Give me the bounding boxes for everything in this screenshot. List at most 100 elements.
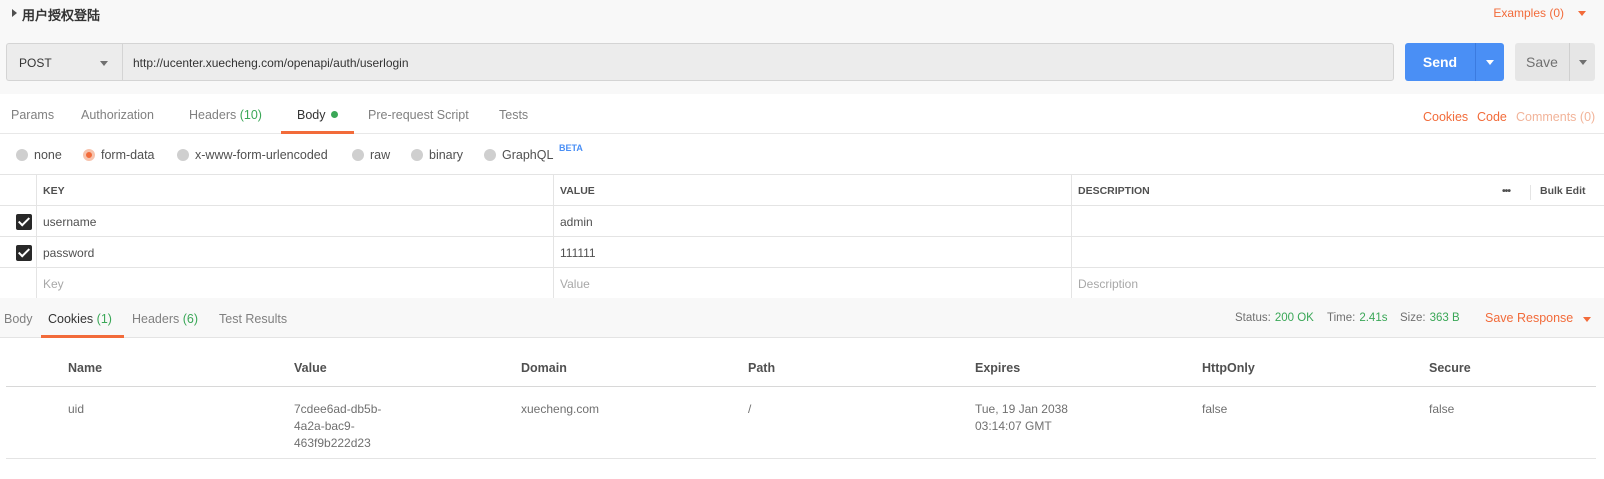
beta-badge: BETA xyxy=(559,143,583,153)
radio-label: none xyxy=(34,148,62,162)
form-data-table: KEY VALUE DESCRIPTION ••• Bulk Edit user… xyxy=(0,174,1604,299)
time-readout: Time: 2.41s xyxy=(1327,312,1387,324)
chevron-down-icon xyxy=(100,61,108,66)
url-input[interactable]: http://ucenter.xuecheng.com/openapi/auth… xyxy=(122,43,1394,81)
cookies-header-row: Name Value Domain Path Expires HttpOnly … xyxy=(6,345,1596,387)
method-select[interactable]: POST xyxy=(6,43,122,81)
tab-tests[interactable]: Tests xyxy=(499,108,528,122)
value-column-header: VALUE xyxy=(553,175,1071,205)
status-label: Status: xyxy=(1235,312,1271,324)
description-cell[interactable] xyxy=(1071,237,1604,267)
key-value: password xyxy=(43,246,95,260)
radio-icon xyxy=(177,149,189,161)
radio-icon xyxy=(484,149,496,161)
radio-icon xyxy=(411,149,423,161)
radio-icon xyxy=(16,149,28,161)
tab-authorization[interactable]: Authorization xyxy=(81,108,154,122)
cookie-expires-line: Tue, 19 Jan 2038 xyxy=(975,402,1068,416)
url-value: http://ucenter.xuecheng.com/openapi/auth… xyxy=(133,56,409,70)
row-enabled-checkbox[interactable] xyxy=(16,245,32,261)
value-cell[interactable]: 111111 xyxy=(553,237,1071,267)
size-value: 363 B xyxy=(1429,312,1460,324)
body-type-selector: none form-data x-www-form-urlencoded raw… xyxy=(0,134,1604,174)
more-options-icon[interactable]: ••• xyxy=(1502,185,1511,197)
cookie-path: / xyxy=(748,402,752,416)
key-cell[interactable]: username xyxy=(36,206,554,236)
value-cell[interactable]: admin xyxy=(553,206,1071,236)
response-tab-headers[interactable]: Headers (6) xyxy=(132,312,198,326)
header-label: KEY xyxy=(43,185,65,197)
description-placeholder: Description xyxy=(1078,277,1139,291)
request-title-bar: 用户授权登陆 Examples (0) xyxy=(0,0,1604,28)
description-column-header: DESCRIPTION xyxy=(1071,175,1604,205)
response-tab-test-results[interactable]: Test Results xyxy=(219,312,287,326)
value-placeholder: Value xyxy=(560,277,590,291)
header-label: DESCRIPTION xyxy=(1078,185,1150,197)
key-input[interactable]: Key xyxy=(36,268,554,298)
collapse-caret-icon[interactable] xyxy=(12,9,17,17)
tab-headers-count: (10) xyxy=(239,108,262,122)
column-secure: Secure xyxy=(1429,361,1471,375)
time-label: Time: xyxy=(1327,312,1356,324)
save-options-button[interactable] xyxy=(1569,43,1595,81)
tab-body[interactable]: Body xyxy=(297,108,338,122)
divider xyxy=(1530,185,1531,200)
comments-link[interactable]: Comments (0) xyxy=(1516,110,1595,124)
radio-label: form-data xyxy=(101,148,155,162)
radio-icon xyxy=(352,149,364,161)
key-column-header: KEY xyxy=(36,175,554,205)
description-input[interactable]: Description xyxy=(1071,268,1604,298)
url-bar: POST http://ucenter.xuecheng.com/openapi… xyxy=(0,28,1604,94)
tab-label: Cookies xyxy=(48,312,94,326)
send-button[interactable]: Send xyxy=(1405,43,1475,81)
cookie-value-line: 7cdee6ad-db5b- xyxy=(294,402,382,416)
cookie-value: 7cdee6ad-db5b- 4a2a-bac9- 463f9b222d23 xyxy=(294,401,381,452)
value-value: admin xyxy=(560,215,593,229)
tab-prerequest-script[interactable]: Pre-request Script xyxy=(368,108,469,122)
table-header-row: KEY VALUE DESCRIPTION ••• Bulk Edit xyxy=(0,175,1604,206)
save-response-button[interactable]: Save Response xyxy=(1485,311,1573,325)
request-title[interactable]: 用户授权登陆 xyxy=(22,5,100,24)
header-label: VALUE xyxy=(560,185,595,197)
value-input[interactable]: Value xyxy=(553,268,1071,298)
cookie-httponly: false xyxy=(1202,402,1228,416)
column-name: Name xyxy=(68,361,103,375)
body-modified-dot-icon xyxy=(330,111,338,118)
tab-params[interactable]: Params xyxy=(11,108,54,122)
bulk-edit-link[interactable]: Bulk Edit xyxy=(1540,185,1586,197)
cookie-expires-line: 03:14:07 GMT xyxy=(975,419,1052,433)
code-link[interactable]: Code xyxy=(1477,110,1507,124)
active-tab-underline xyxy=(41,335,124,338)
description-cell[interactable] xyxy=(1071,206,1604,236)
cookie-value-line: 463f9b222d23 xyxy=(294,436,371,450)
table-row: password 111111 xyxy=(0,237,1604,268)
size-readout: Size: 363 B xyxy=(1400,312,1460,324)
response-tab-body[interactable]: Body xyxy=(4,312,33,326)
examples-dropdown[interactable]: Examples (0) xyxy=(1493,6,1564,20)
save-button[interactable]: Save xyxy=(1515,43,1569,81)
tab-headers[interactable]: Headers (10) xyxy=(189,108,262,122)
key-cell[interactable]: password xyxy=(36,237,554,267)
response-tab-cookies[interactable]: Cookies (1) xyxy=(48,312,112,326)
table-row: username admin xyxy=(0,206,1604,237)
cookie-domain: xuecheng.com xyxy=(521,402,600,416)
column-domain: Domain xyxy=(521,361,567,375)
radio-label: GraphQL xyxy=(502,148,554,162)
chevron-down-icon[interactable] xyxy=(1583,317,1591,322)
method-value: POST xyxy=(19,56,52,70)
size-label: Size: xyxy=(1400,312,1426,324)
tab-headers-label: Headers xyxy=(189,108,237,122)
row-enabled-checkbox[interactable] xyxy=(16,214,32,230)
tab-label: Headers xyxy=(132,312,180,326)
status-value: 200 OK xyxy=(1274,312,1314,324)
cookies-link[interactable]: Cookies xyxy=(1423,110,1468,124)
column-path: Path xyxy=(748,361,776,375)
chevron-down-icon[interactable] xyxy=(1578,11,1586,16)
radio-selected-icon xyxy=(83,149,95,161)
key-placeholder: Key xyxy=(43,277,64,291)
chevron-down-icon xyxy=(1486,60,1494,65)
radio-label: binary xyxy=(429,148,464,162)
send-options-button[interactable] xyxy=(1475,43,1504,81)
tab-count: (1) xyxy=(96,312,112,326)
tab-body-label: Body xyxy=(297,108,326,122)
